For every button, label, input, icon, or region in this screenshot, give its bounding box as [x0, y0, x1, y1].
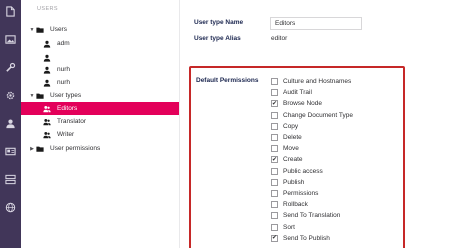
permission-checkbox[interactable]: ✔ [271, 234, 278, 242]
permission-row[interactable]: Public access [271, 166, 353, 177]
permission-label: Move [283, 145, 299, 153]
tree-node-writer[interactable]: Writer [42, 128, 179, 141]
permission-label: Culture and Hostnames [283, 78, 352, 86]
permission-row[interactable]: Permissions [271, 188, 353, 199]
permission-checkbox[interactable] [271, 78, 278, 86]
permission-row[interactable]: Publish [271, 177, 353, 188]
permission-label: Public access [283, 167, 323, 175]
permission-label: Publish [283, 178, 305, 186]
permission-label: Send To Publish [283, 234, 330, 242]
permission-label: Permissions [283, 189, 319, 197]
permission-label: Browse Node [283, 100, 323, 108]
permission-row[interactable]: ✔ Browse Node [271, 98, 353, 109]
user-type-alias-value: editor [271, 35, 288, 42]
checkmark-icon: ✔ [271, 156, 278, 163]
tree-node-user[interactable]: nurh [42, 63, 179, 76]
tree-node-user-permissions[interactable]: ▶ User permissions [29, 142, 179, 155]
permission-label: Create [283, 156, 303, 164]
default-permissions-panel: Default Permissions Culture and Hostname… [189, 66, 405, 248]
permission-label: Delete [283, 134, 302, 142]
user-icon[interactable] [5, 118, 16, 129]
user-type-icon [42, 130, 51, 139]
user-icon [42, 65, 51, 74]
permission-label: Audit Trail [283, 89, 312, 97]
user-type-name-label: User type Name [194, 19, 244, 26]
permission-row[interactable]: Culture and Hostnames [271, 76, 353, 87]
permission-row[interactable]: ✔ Create [271, 154, 353, 165]
user-icon [42, 39, 51, 48]
checkmark-icon: ✔ [271, 100, 278, 107]
permission-checkbox[interactable] [271, 189, 278, 197]
folder-icon [35, 25, 44, 34]
permission-checkbox[interactable] [271, 178, 278, 186]
permission-row[interactable]: Rollback [271, 199, 353, 210]
permission-checkbox[interactable] [271, 134, 278, 142]
permission-label: Change Document Type [283, 111, 353, 119]
user-type-alias-label: User type Alias [194, 35, 241, 42]
permission-row[interactable]: Delete [271, 132, 353, 143]
image-icon[interactable] [5, 34, 16, 45]
user-icon [42, 78, 51, 87]
user-type-editor: User type Name User type Alias editor De… [181, 0, 474, 248]
section-title: USERS [37, 6, 58, 12]
users-tree: USERS ▼ Users adm nurh nurh ▼ User types… [21, 0, 180, 248]
user-icon [42, 53, 51, 62]
checkmark-icon: ✔ [271, 235, 278, 242]
permission-checkbox[interactable] [271, 212, 278, 220]
permission-checkbox[interactable] [271, 223, 278, 231]
tree-node-editors[interactable]: Editors [21, 102, 179, 115]
tree-node-users[interactable]: ▼ Users [29, 23, 179, 36]
permission-label: Send To Translation [283, 212, 341, 220]
permission-checkbox[interactable] [271, 201, 278, 209]
default-permissions-label: Default Permissions [196, 77, 259, 84]
permission-label: Copy [283, 122, 299, 130]
permission-checkbox[interactable] [271, 145, 278, 153]
folder-icon [35, 91, 44, 100]
permission-row[interactable]: Sort [271, 221, 353, 232]
globe-icon[interactable] [5, 202, 16, 213]
permission-row[interactable]: Change Document Type [271, 110, 353, 121]
user-type-icon [42, 117, 51, 126]
user-type-name-input[interactable] [270, 17, 362, 30]
permission-checkbox[interactable]: ✔ [271, 100, 278, 108]
permission-row[interactable]: ✔ Send To Publish [271, 233, 353, 244]
tree-node-user[interactable]: adm [42, 37, 179, 50]
tree-node-translator[interactable]: Translator [42, 115, 179, 128]
gear-icon[interactable] [5, 90, 16, 101]
permission-checkbox[interactable] [271, 111, 278, 119]
permission-checkbox[interactable] [271, 167, 278, 175]
wrench-icon[interactable] [5, 62, 16, 73]
permission-checkbox[interactable] [271, 89, 278, 97]
permission-row[interactable]: Audit Trail [271, 87, 353, 98]
permission-row[interactable]: Move [271, 143, 353, 154]
id-card-icon[interactable] [5, 146, 16, 157]
tree-node-user-types[interactable]: ▼ User types [29, 89, 179, 102]
permission-checkbox[interactable] [271, 122, 278, 130]
user-type-icon [42, 104, 51, 113]
section-rail [0, 0, 21, 248]
folder-icon [35, 144, 44, 153]
permission-row[interactable]: Copy [271, 121, 353, 132]
permission-row[interactable]: Send To Translation [271, 210, 353, 221]
permissions-list: Culture and Hostnames Audit Trail ✔ Browse … [271, 76, 353, 244]
document-icon[interactable] [5, 6, 16, 17]
permission-checkbox[interactable]: ✔ [271, 156, 278, 164]
permission-label: Sort [283, 223, 295, 231]
permission-label: Rollback [283, 201, 308, 209]
tree-node-user[interactable]: nurh [42, 76, 179, 89]
forms-icon[interactable] [5, 174, 16, 185]
